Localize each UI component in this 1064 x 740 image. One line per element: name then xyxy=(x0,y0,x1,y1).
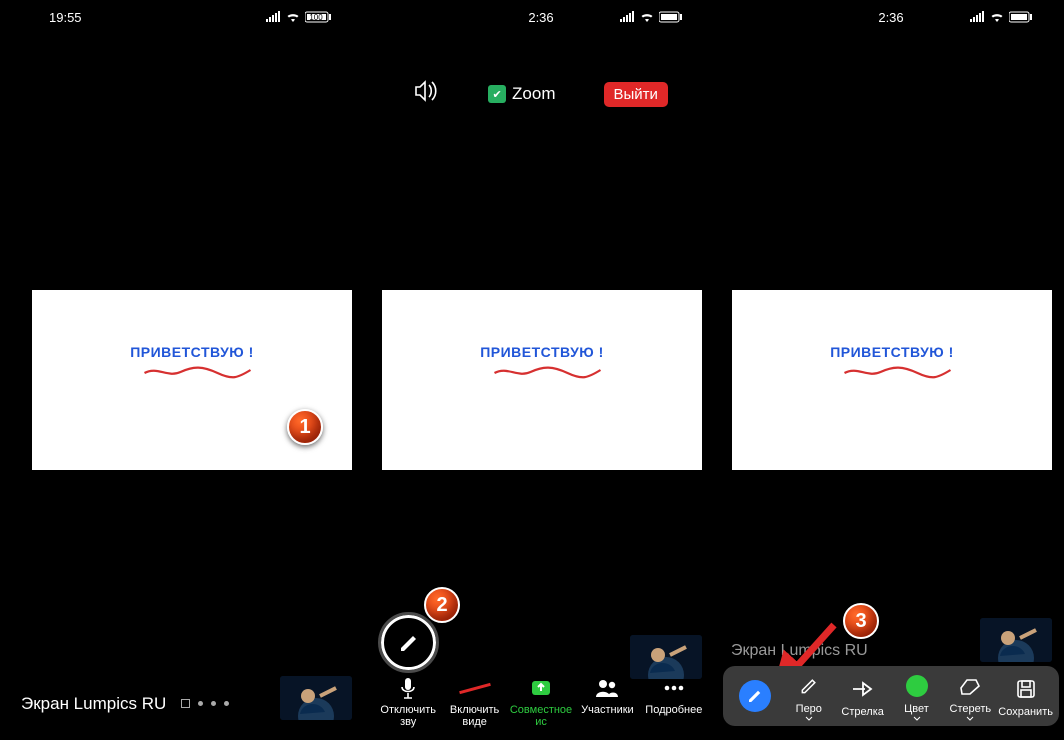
whiteboard-text: ПРИВЕТСТВУЮ ! xyxy=(130,344,254,360)
video-button[interactable]: Включить виде xyxy=(441,676,507,728)
status-time: 19:55 xyxy=(49,10,82,25)
whiteboard: ПРИВЕТСТВУЮ ! xyxy=(732,290,1052,470)
squiggle-annotation xyxy=(843,364,953,380)
app-title: ✔ Zoom xyxy=(488,84,555,104)
whiteboard: ПРИВЕТСТВУЮ ! xyxy=(382,290,702,470)
pen-tool-button[interactable]: Перо xyxy=(783,670,835,723)
more-icon xyxy=(663,676,685,700)
step-marker-1: 1 xyxy=(287,409,323,445)
participant-thumbnail[interactable] xyxy=(980,618,1052,662)
arrow-tool-button[interactable]: Стрелка xyxy=(837,673,889,720)
svg-text:100: 100 xyxy=(309,13,323,22)
save-icon xyxy=(1016,675,1036,703)
shield-icon: ✔ xyxy=(488,85,506,103)
pencil-icon xyxy=(739,680,771,712)
annotate-button[interactable] xyxy=(381,615,436,670)
whiteboard-text: ПРИВЕТСТВУЮ ! xyxy=(830,344,954,360)
wifi-icon xyxy=(639,11,655,26)
signal-icon xyxy=(265,11,281,26)
microphone-icon xyxy=(398,676,418,700)
exit-button[interactable]: Выйти xyxy=(604,82,668,107)
page-indicator[interactable] xyxy=(181,699,229,708)
color-tool-button[interactable]: Цвет xyxy=(891,670,943,723)
erase-tool-button[interactable]: Стереть xyxy=(944,670,996,723)
shared-screen-label: Экран Lumpics RU xyxy=(21,694,166,714)
video-off-icon xyxy=(459,676,491,700)
whiteboard-text: ПРИВЕТСТВУЮ ! xyxy=(480,344,604,360)
step-marker-3: 3 xyxy=(843,603,879,639)
squiggle-annotation xyxy=(143,364,253,380)
share-button[interactable]: Совместное ис xyxy=(508,676,574,728)
eraser-icon xyxy=(959,672,981,700)
wifi-icon xyxy=(285,11,301,26)
arrow-icon xyxy=(851,675,875,703)
status-time: 2:36 xyxy=(878,10,903,25)
status-time: 2:36 xyxy=(528,10,553,25)
battery-icon xyxy=(659,11,683,26)
signal-icon xyxy=(969,11,985,26)
more-button[interactable]: Подробнее xyxy=(641,676,707,728)
battery-icon: 100 xyxy=(305,11,333,26)
color-swatch-icon xyxy=(906,672,928,700)
wifi-icon xyxy=(989,11,1005,26)
annotation-toolbar: Перо Стрелка Цвет Стереть Сохранить xyxy=(723,666,1059,726)
squiggle-annotation xyxy=(493,364,603,380)
save-tool-button[interactable]: Сохранить xyxy=(998,673,1053,720)
battery-icon xyxy=(1009,11,1033,26)
participant-thumbnail[interactable] xyxy=(280,676,352,720)
participants-icon xyxy=(595,676,619,700)
annotate-toggle-button[interactable] xyxy=(729,680,781,712)
signal-icon xyxy=(619,11,635,26)
share-screen-icon xyxy=(530,676,552,700)
mute-button[interactable]: Отключить зву xyxy=(375,676,441,728)
step-marker-2: 2 xyxy=(424,587,460,623)
speaker-icon[interactable] xyxy=(414,80,440,108)
pen-icon xyxy=(799,672,819,700)
participants-button[interactable]: Участники xyxy=(574,676,640,728)
